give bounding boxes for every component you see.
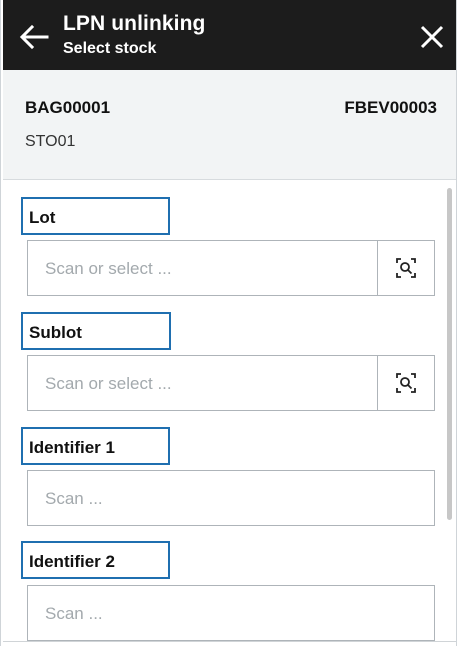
identifier2-label-box: Identifier 2 <box>21 541 170 579</box>
identifier2-input[interactable]: Scan ... <box>27 585 435 641</box>
lot-input[interactable]: Scan or select ... <box>27 240 435 296</box>
sublot-lookup-button[interactable] <box>377 356 434 410</box>
sublot-label: Sublot <box>29 323 82 342</box>
lot-placeholder: Scan or select ... <box>45 259 172 278</box>
top-app-bar: LPN unlinking Select stock <box>3 0 456 70</box>
sublot-label-box: Sublot <box>21 312 171 350</box>
lot-label-box: Lot <box>21 197 170 235</box>
identifier1-placeholder: Scan ... <box>45 489 103 508</box>
identifier2-label: Identifier 2 <box>29 552 115 571</box>
sublot-input[interactable]: Scan or select ... <box>27 355 435 411</box>
close-icon[interactable] <box>415 20 449 54</box>
identifier1-label-box: Identifier 1 <box>21 427 170 465</box>
lot-lookup-button[interactable] <box>377 241 434 295</box>
bottom-divider <box>3 641 456 642</box>
search-select-icon <box>396 258 416 278</box>
page-title: LPN unlinking <box>63 12 206 35</box>
stock-summary: BAG00001 FBEV00003 STO01 <box>3 70 456 180</box>
page-subtitle: Select stock <box>63 40 157 57</box>
identifier2-placeholder: Scan ... <box>45 604 103 623</box>
storage-id: STO01 <box>25 133 76 150</box>
back-arrow-icon[interactable] <box>17 20 51 54</box>
identifier1-label: Identifier 1 <box>29 438 115 457</box>
search-select-icon <box>396 373 416 393</box>
bag-id: BAG00001 <box>25 98 111 117</box>
identifier1-input[interactable]: Scan ... <box>27 470 435 526</box>
sublot-placeholder: Scan or select ... <box>45 374 172 393</box>
scrollbar[interactable] <box>447 188 452 520</box>
app-frame: LPN unlinking Select stock BAG00001 FBEV… <box>0 0 457 646</box>
fbev-id: FBEV00003 <box>344 98 437 117</box>
lot-label: Lot <box>29 208 56 227</box>
